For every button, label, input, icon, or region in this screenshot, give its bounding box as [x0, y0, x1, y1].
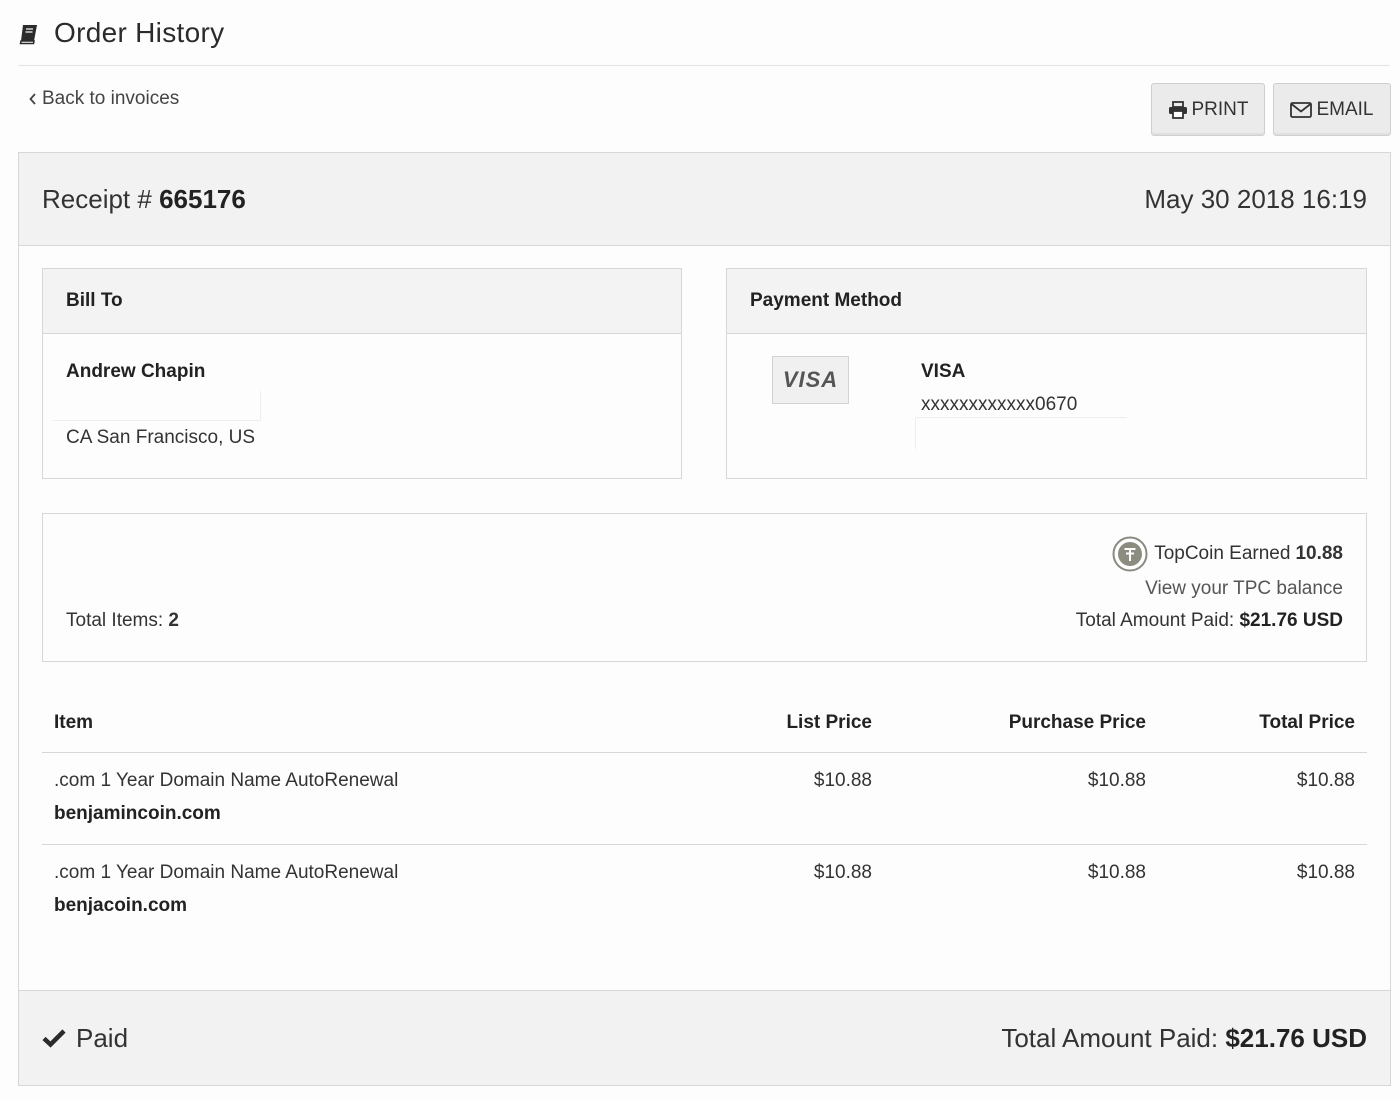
- paid-status: Paid: [42, 1023, 128, 1054]
- customer-address: CA San Francisco, US: [66, 427, 256, 448]
- card-extra-blank: [915, 417, 1127, 449]
- card-type: VISA: [921, 361, 966, 382]
- total-items: Total Items: 2: [66, 610, 179, 631]
- page-title: Order History: [54, 16, 225, 48]
- bill-to-heading: Bill To: [43, 269, 681, 334]
- item-total-price: $10.88: [1296, 862, 1355, 883]
- receipt-footer: Paid Total Amount Paid: $21.76 USD: [19, 990, 1390, 1085]
- visa-logo: VISA: [772, 356, 849, 404]
- receipt-date: May 30 2018 16:19: [1144, 183, 1367, 214]
- total-amount-paid: Total Amount Paid: $21.76 USD: [1075, 610, 1343, 631]
- customer-name: Andrew Chapin: [66, 361, 206, 382]
- column-header-item: Item: [54, 712, 94, 733]
- receipt-number: Receipt # 665176: [42, 183, 246, 214]
- back-to-invoices-link[interactable]: Back to invoices: [28, 88, 179, 110]
- items-table: Item List Price Purchase Price Total Pri…: [42, 693, 1367, 937]
- print-button-label: PRINT: [1191, 98, 1249, 120]
- email-button-label: EMAIL: [1316, 98, 1374, 120]
- item-list-price: $10.88: [813, 770, 872, 791]
- topcoin-earned: TopCoin Earned 10.88: [1112, 536, 1343, 572]
- bill-to-panel: Bill To Andrew Chapin CA San Francisco, …: [42, 268, 682, 479]
- footer-total-amount: Total Amount Paid: $21.76 USD: [1001, 1022, 1367, 1053]
- payment-method-panel: Payment Method VISA VISA xxxxxxxxxxxx067…: [726, 268, 1367, 479]
- page-header: Order History: [18, 0, 1390, 66]
- item-description: .com 1 Year Domain Name AutoRenewal: [54, 770, 399, 791]
- item-purchase-price: $10.88: [1087, 862, 1146, 883]
- item-domain: benjacoin.com: [54, 895, 188, 916]
- print-button[interactable]: PRINT: [1151, 83, 1265, 136]
- order-summary: Total Items: 2 TopCoin Earned 10.88 View …: [42, 513, 1367, 662]
- column-header-purchase-price: Purchase Price: [1008, 712, 1146, 733]
- column-header-total-price: Total Price: [1259, 712, 1355, 733]
- payment-method-heading: Payment Method: [727, 269, 1366, 334]
- chevron-left-icon: [29, 93, 36, 105]
- table-header: Item List Price Purchase Price Total Pri…: [42, 693, 1367, 753]
- book-icon: [19, 24, 37, 44]
- card-number: xxxxxxxxxxxx0670: [921, 394, 1078, 415]
- item-description: .com 1 Year Domain Name AutoRenewal: [54, 862, 399, 883]
- topcoin-icon: [1112, 536, 1148, 572]
- back-link-label: Back to invoices: [42, 88, 180, 109]
- envelope-icon: [1290, 101, 1313, 118]
- item-list-price: $10.88: [813, 862, 872, 883]
- paid-label: Paid: [76, 1022, 129, 1053]
- receipt-header: Receipt # 665176 May 30 2018 16:19: [19, 153, 1390, 246]
- address-line-blank: [53, 391, 261, 421]
- checkmark-icon: [42, 1029, 66, 1048]
- table-row: .com 1 Year Domain Name AutoRenewal benj…: [42, 753, 1367, 845]
- table-row: .com 1 Year Domain Name AutoRenewal benj…: [42, 845, 1367, 937]
- view-tpc-balance-link[interactable]: View your TPC balance: [1145, 578, 1343, 600]
- print-icon: [1168, 100, 1187, 119]
- item-domain: benjamincoin.com: [54, 803, 221, 824]
- item-purchase-price: $10.88: [1087, 770, 1146, 791]
- column-header-list-price: List Price: [786, 712, 872, 733]
- receipt-card: Receipt # 665176 May 30 2018 16:19 Bill …: [18, 152, 1391, 1086]
- email-button[interactable]: EMAIL: [1273, 83, 1391, 136]
- item-total-price: $10.88: [1296, 770, 1355, 791]
